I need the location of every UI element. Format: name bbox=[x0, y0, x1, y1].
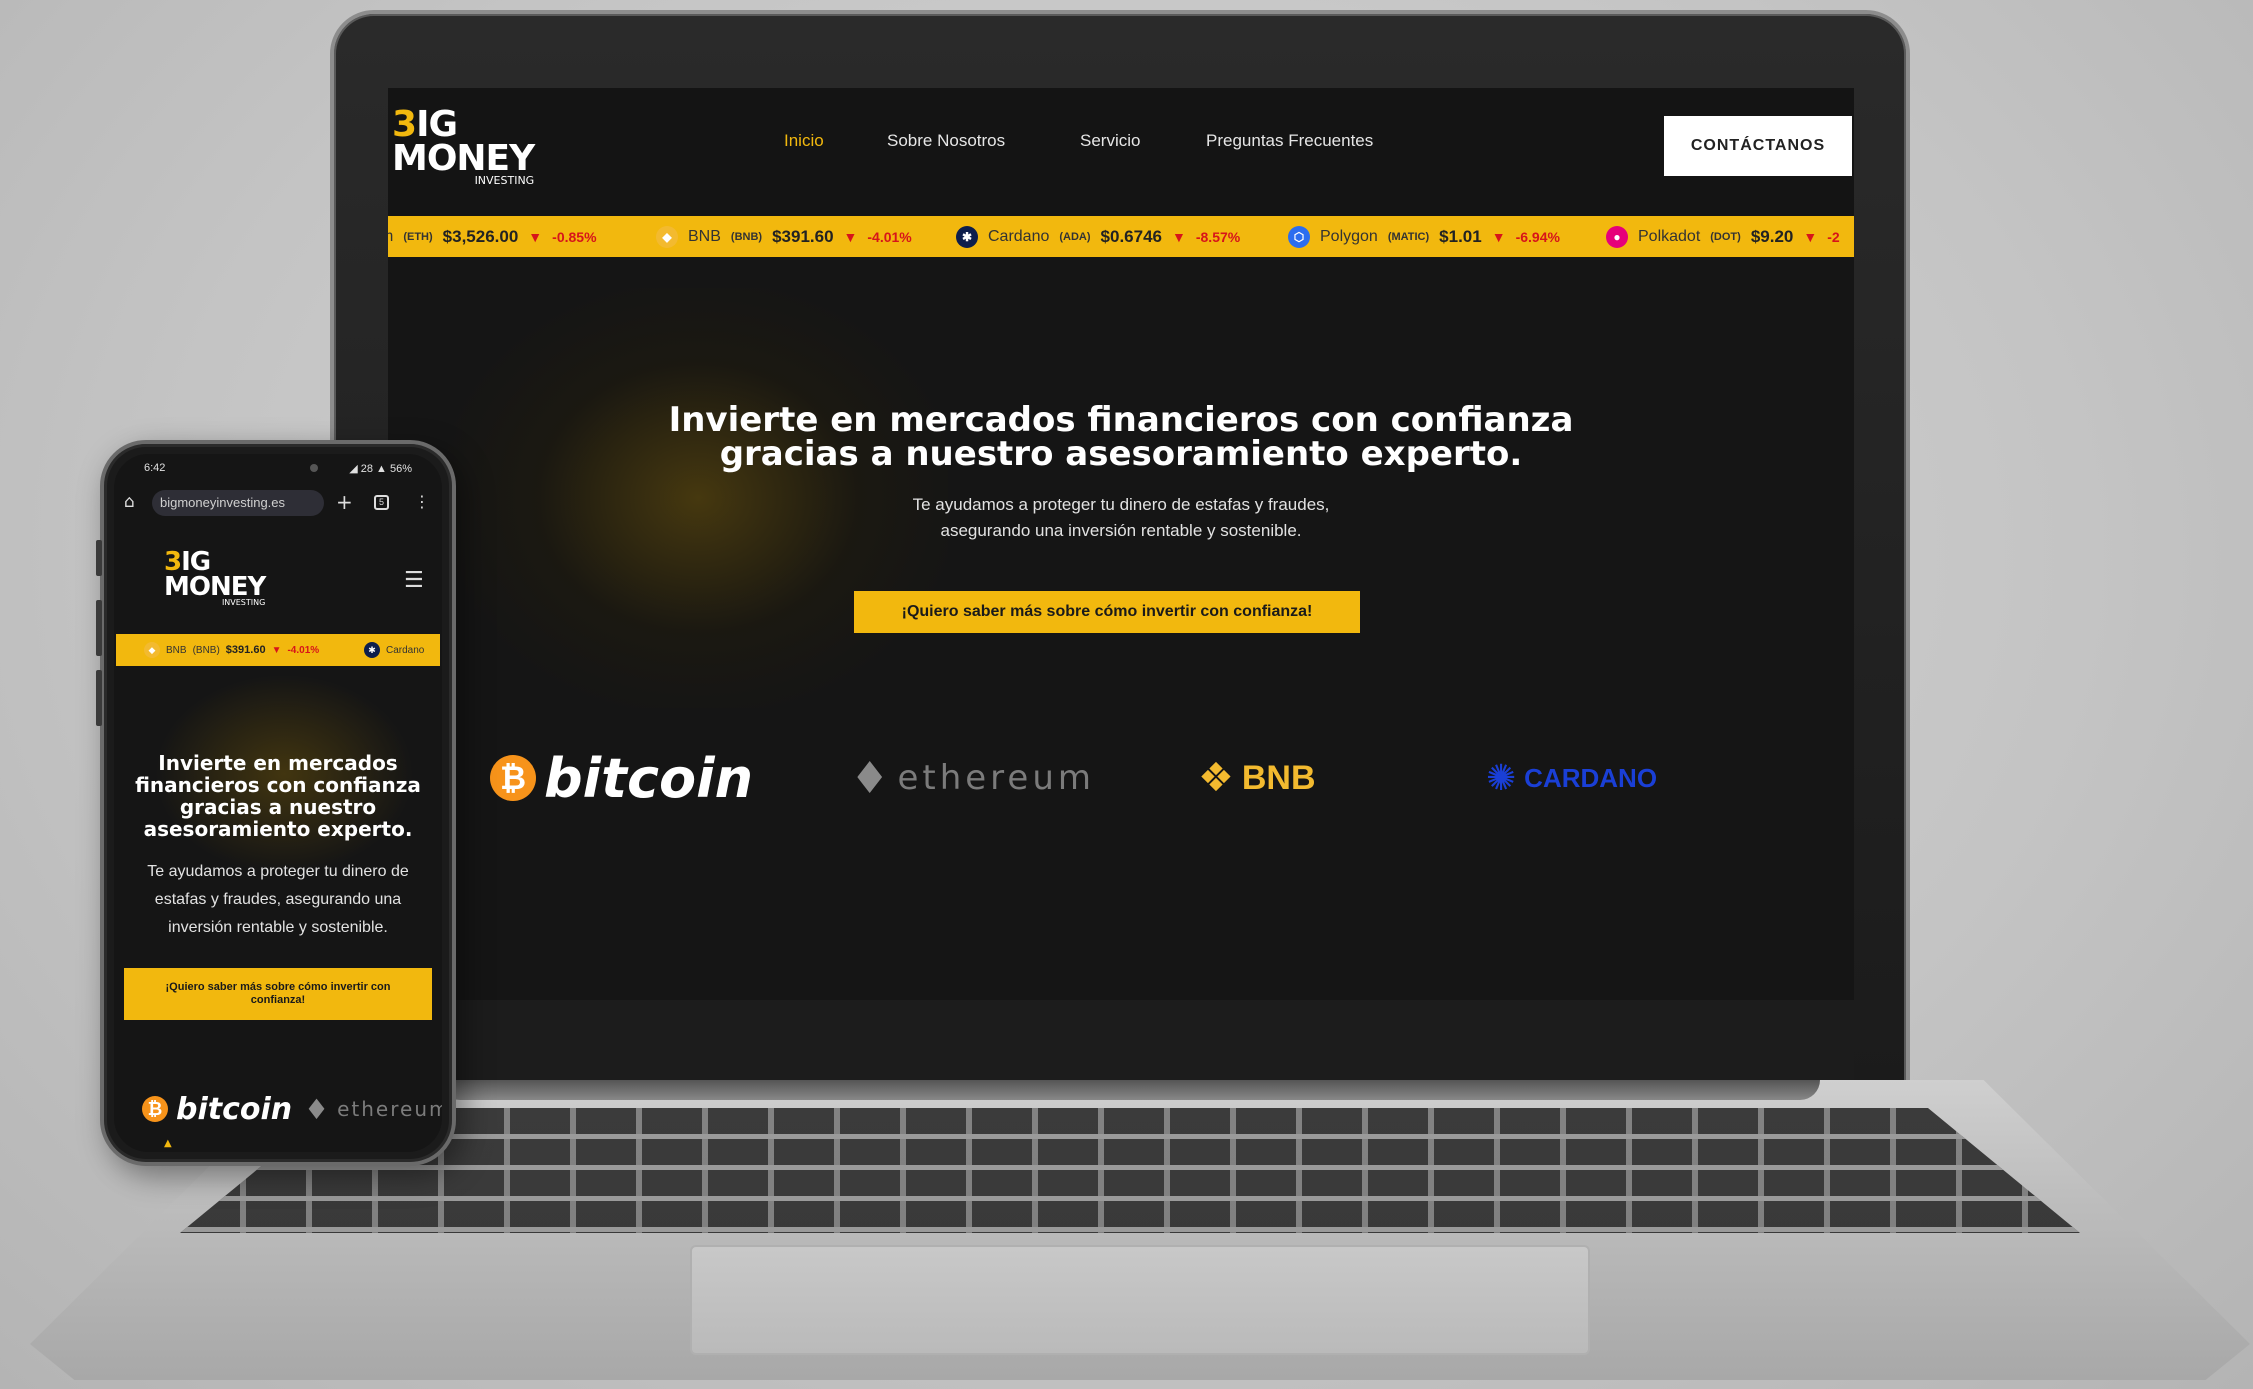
bitcoin-icon: ₿ bbox=[490, 755, 536, 801]
home-icon[interactable]: ⌂ bbox=[124, 492, 135, 512]
front-camera bbox=[310, 464, 318, 472]
bnb-icon: ◆ bbox=[656, 225, 678, 248]
polygon-icon: ⬡ bbox=[1288, 225, 1310, 248]
mobile-crypto-brands: ₿ bitcoin ♦ ethereum bbox=[114, 1086, 442, 1132]
hamburger-menu-icon[interactable]: ☰ bbox=[404, 568, 424, 593]
cardano-icon: ✱ bbox=[956, 225, 978, 248]
down-arrow-icon: ▼ bbox=[271, 644, 282, 656]
status-time: 6:42 bbox=[144, 462, 166, 474]
brand-bitcoin: ₿ bitcoin bbox=[142, 1086, 292, 1132]
ticker-item: ✱ Cardano (ADA) $0.6746 ▼ -8.57% bbox=[956, 216, 1240, 257]
mobile-hero-title: Invierte en mercados financieros con con… bbox=[135, 751, 421, 841]
bnb-icon: ❖ bbox=[1198, 755, 1234, 801]
ticker-item: m (ETH) $3,526.00 ▼ -0.85% bbox=[388, 226, 597, 246]
tabs-icon[interactable]: 5 bbox=[374, 495, 389, 510]
ethereum-icon: ♦ bbox=[304, 1092, 330, 1126]
mobile-hero-subtitle: Te ayudamos a proteger tu dinero de esta… bbox=[147, 863, 409, 936]
desktop-website: 3IG MONEY INVESTING Inicio Sobre Nosotro… bbox=[388, 88, 1854, 1000]
down-arrow-icon: ▼ bbox=[1172, 228, 1186, 245]
ethereum-icon: ♦ bbox=[850, 752, 890, 804]
crypto-ticker: m (ETH) $3,526.00 ▼ -0.85% ◆ BNB (BNB) $… bbox=[388, 216, 1854, 257]
status-indicators: ◢ 28 ▲ 56% bbox=[349, 463, 412, 475]
down-arrow-icon: ▼ bbox=[843, 228, 858, 245]
nav-servicio[interactable]: Servicio bbox=[1080, 131, 1140, 151]
polkadot-icon: ● bbox=[1606, 225, 1628, 248]
contact-button[interactable]: CONTÁCTANOS bbox=[1664, 116, 1852, 176]
main-nav: Inicio Sobre Nosotros Servicio Preguntas… bbox=[388, 131, 1854, 161]
brand-cardano: ✺ CARDANO bbox=[1486, 757, 1658, 799]
laptop-trackpad bbox=[690, 1245, 1590, 1355]
phone-side-button bbox=[96, 540, 102, 576]
down-arrow-icon: ▼ bbox=[1491, 228, 1506, 245]
brand-ethereum: ♦ ethereum bbox=[850, 752, 1095, 804]
mobile-hero-cta-button[interactable]: ¡Quiero saber más sobre cómo invertir co… bbox=[124, 968, 432, 1020]
browser-url-bar: ⌂ bigmoneyinvesting.es + 5 ⋮ bbox=[114, 488, 442, 518]
ticker-item: ◆ BNB (BNB) $391.60 ▼ -4.01% bbox=[656, 216, 912, 257]
down-arrow-icon: ▼ bbox=[528, 228, 543, 245]
hero-title: Invierte en mercados financieros con con… bbox=[668, 400, 1574, 474]
hero-cta-button[interactable]: ¡Quiero saber más sobre cómo invertir co… bbox=[854, 591, 1360, 633]
phone-side-button bbox=[96, 600, 102, 656]
laptop-screen-bezel bbox=[388, 1000, 1854, 1080]
status-bar: 6:42 ◢ 28 ▲ 56% bbox=[114, 454, 442, 480]
mobile-crypto-ticker: ◆ BNB (BNB) $391.60 ▼ -4.01% ✱ Cardano bbox=[116, 634, 440, 666]
cardano-icon: ✺ bbox=[1486, 757, 1517, 799]
scroll-up-icon[interactable]: ▲ bbox=[164, 1138, 172, 1149]
laptop-hinge bbox=[440, 1080, 1820, 1100]
down-arrow-icon: ▼ bbox=[1803, 228, 1818, 245]
phone-side-button bbox=[96, 670, 102, 726]
crypto-brands: ₿ bitcoin ♦ ethereum ❖ BNB ✺ CARDANO bbox=[388, 743, 1854, 813]
more-icon[interactable]: ⋮ bbox=[414, 492, 430, 511]
ticker-item: ⬡ Polygon (MATIC) $1.01 ▼ -6.94% bbox=[1288, 216, 1560, 257]
bnb-icon: ◆ bbox=[144, 642, 160, 658]
laptop-keyboard-rows bbox=[180, 1108, 2080, 1233]
new-tab-icon[interactable]: + bbox=[336, 490, 353, 514]
mobile-website: 6:42 ◢ 28 ▲ 56% ⌂ bigmoneyinvesting.es +… bbox=[114, 454, 442, 1152]
nav-sobre-nosotros[interactable]: Sobre Nosotros bbox=[887, 131, 1005, 151]
hero-subtitle: Te ayudamos a proteger tu dinero de esta… bbox=[912, 495, 1330, 540]
brand-ethereum: ♦ ethereum bbox=[304, 1092, 442, 1126]
url-field[interactable]: bigmoneyinvesting.es bbox=[152, 490, 324, 516]
nav-preguntas-frecuentes[interactable]: Preguntas Frecuentes bbox=[1206, 131, 1373, 151]
site-header: 3IG MONEY INVESTING Inicio Sobre Nosotro… bbox=[388, 88, 1854, 216]
ticker-item: ✱ Cardano bbox=[364, 634, 424, 666]
brand-bitcoin: ₿ bitcoin bbox=[490, 743, 753, 813]
mobile-logo[interactable]: 3IG MONEY INVESTING bbox=[164, 549, 266, 607]
nav-inicio[interactable]: Inicio bbox=[784, 131, 824, 151]
ticker-item: ● Polkadot (DOT) $9.20 ▼ -2 bbox=[1606, 216, 1840, 257]
cardano-icon: ✱ bbox=[364, 642, 380, 658]
ticker-item: ◆ BNB (BNB) $391.60 ▼ -4.01% bbox=[144, 634, 319, 666]
brand-bnb: ❖ BNB bbox=[1198, 755, 1316, 801]
bitcoin-icon: ₿ bbox=[142, 1096, 168, 1122]
